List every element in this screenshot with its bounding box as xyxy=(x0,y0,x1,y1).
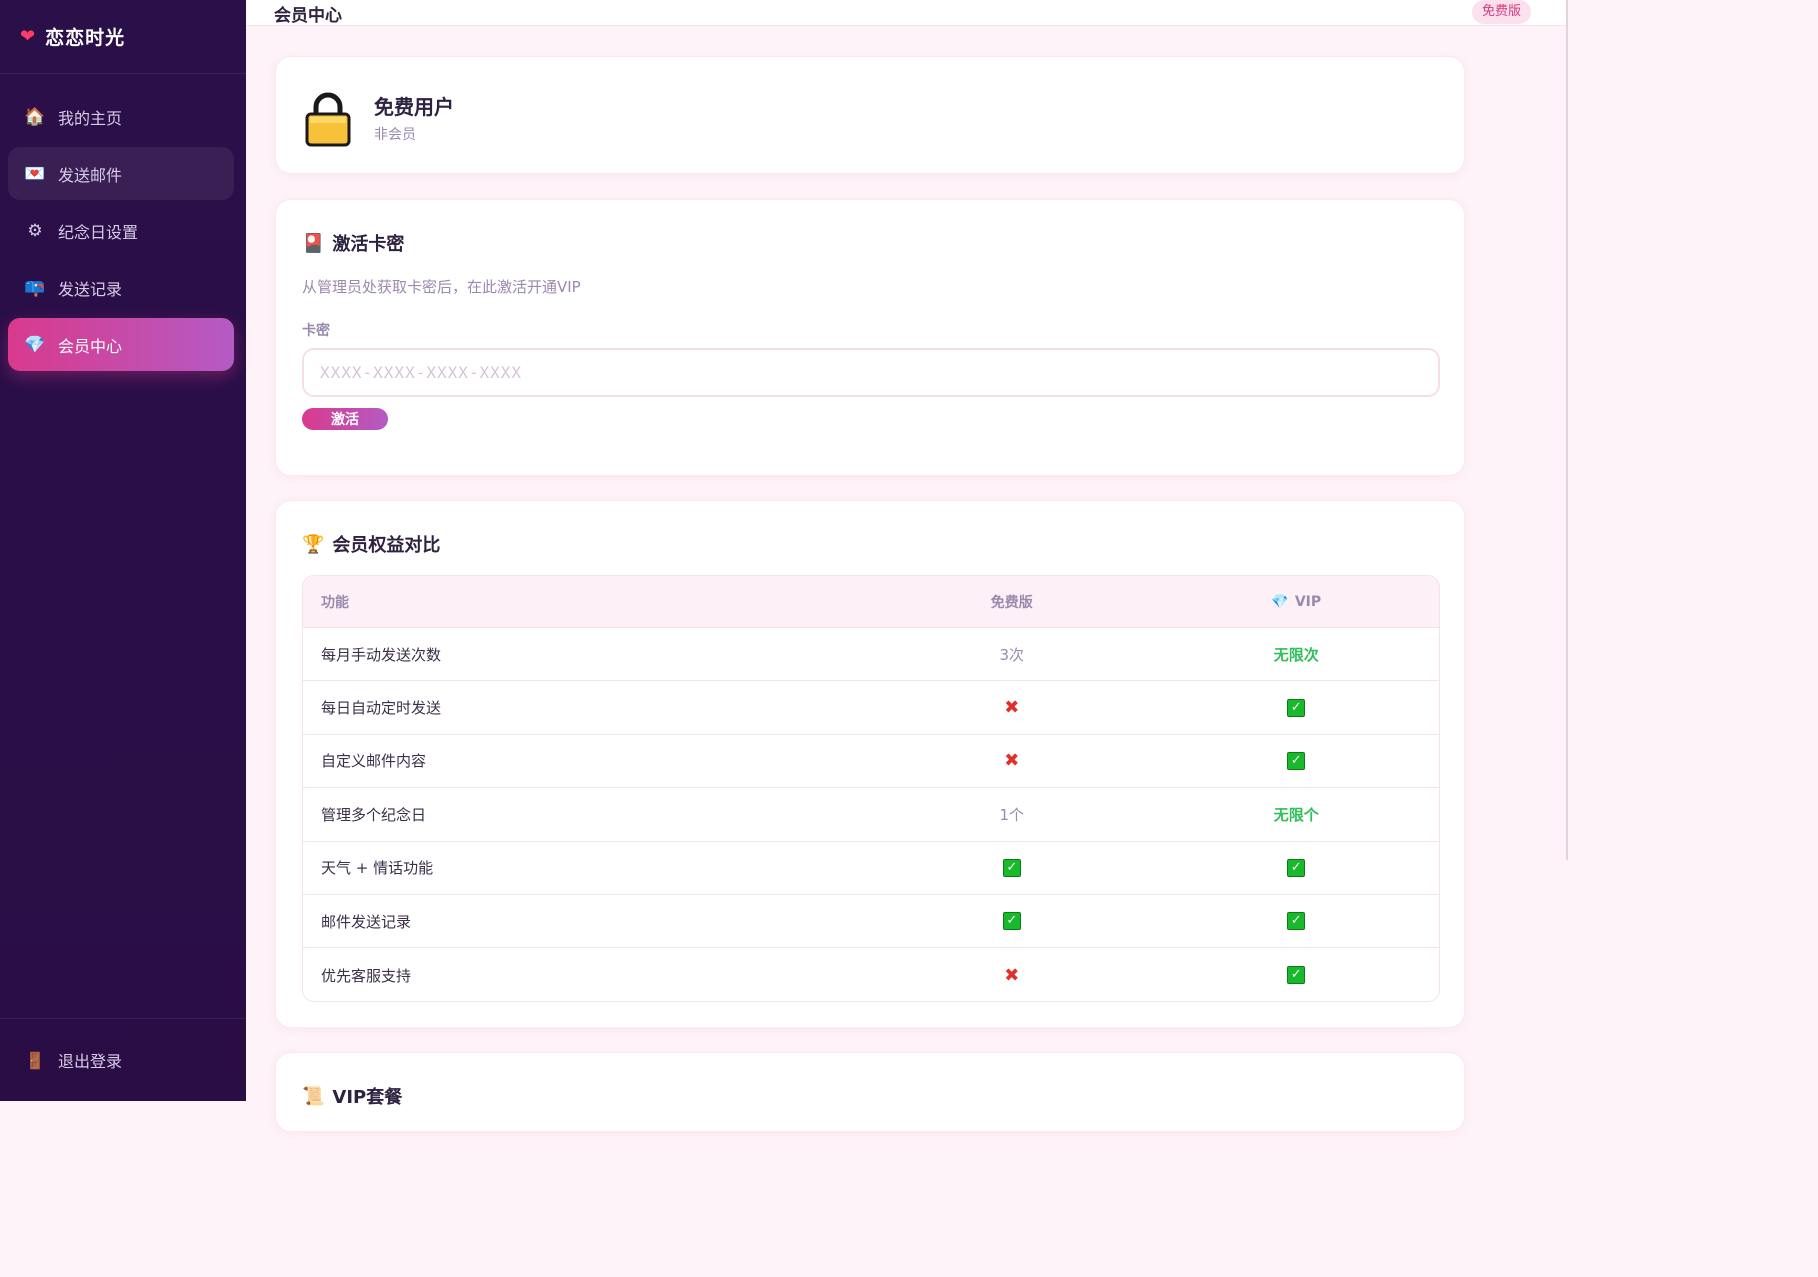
topbar: 会员中心 免费版 xyxy=(246,0,1568,26)
table-header: 功能 免费版 💎 VIP xyxy=(303,576,1439,628)
sidebar-item-membership[interactable]: 💎 会员中心 xyxy=(8,318,234,371)
vip-cell: 无限个 xyxy=(1154,804,1439,825)
lock-icon xyxy=(305,92,351,147)
activate-description: 从管理员处获取卡密后，在此激活开通VIP xyxy=(302,278,581,296)
table-row: 优先客服支持 ✖ ✓ xyxy=(303,948,1439,1001)
check-icon: ✓ xyxy=(1287,966,1306,985)
page-title: 会员中心 xyxy=(274,6,342,26)
heart-icon: ❤ xyxy=(20,26,36,47)
header-vip: 💎 VIP xyxy=(1154,594,1439,610)
vip-value: 无限次 xyxy=(1273,645,1319,664)
free-value: 3次 xyxy=(999,645,1025,664)
sidebar-item-home[interactable]: 🏠 我的主页 xyxy=(8,90,234,143)
sidebar-item-label: 会员中心 xyxy=(58,336,123,356)
free-cell: ✓ xyxy=(870,859,1154,877)
free-cell: ✖ xyxy=(870,750,1154,771)
membership-status-card: 免费用户 非会员 xyxy=(275,56,1465,174)
card-key-label: 卡密 xyxy=(302,323,330,339)
free-cell: ✓ xyxy=(870,912,1154,931)
activate-card: 🎴 激活卡密 从管理员处获取卡密后，在此激活开通VIP 卡密 激活 xyxy=(275,199,1465,476)
feature-cell: 管理多个纪念日 xyxy=(321,805,427,824)
vip-plans-card: 📜 VIP套餐 xyxy=(275,1052,1465,1132)
table-row: 每月手动发送次数 3次 无限次 xyxy=(303,628,1439,682)
vip-cell: ✓ xyxy=(1154,752,1439,771)
logout-button[interactable]: 🚪 退出登录 xyxy=(0,1018,246,1101)
card-icon: 🎴 xyxy=(302,232,325,254)
plans-heading: 📜 VIP套餐 xyxy=(302,1083,402,1109)
free-cell: 3次 xyxy=(870,644,1154,665)
header-feature: 功能 xyxy=(321,594,349,611)
check-icon: ✓ xyxy=(1287,752,1306,771)
envelope-icon: 💌 xyxy=(24,163,46,184)
vip-cell: ✓ xyxy=(1154,859,1439,877)
brand-name: 恋恋时光 xyxy=(45,27,126,49)
logout-label: 退出登录 xyxy=(58,1052,123,1071)
sidebar: ❤ 恋恋时光 🏠 我的主页 💌 发送邮件 ⚙ 纪念日设置 📪 发送记录 💎 会员… xyxy=(0,0,246,1101)
gem-icon: 💎 xyxy=(24,334,46,355)
feature-cell: 每日自动定时发送 xyxy=(321,699,442,718)
compare-title: 会员权益对比 xyxy=(332,535,441,556)
header-vip-label: VIP xyxy=(1294,593,1322,610)
house-icon: 🏠 xyxy=(24,106,46,127)
header-free: 免费版 xyxy=(990,594,1033,611)
feature-cell: 天气 + 情话功能 xyxy=(321,859,434,878)
sidebar-item-label: 发送记录 xyxy=(58,279,123,299)
plans-title: VIP套餐 xyxy=(332,1087,403,1108)
table-row: 每日自动定时发送 ✖ ✓ xyxy=(303,681,1439,735)
mailbox-icon: 📪 xyxy=(24,277,46,298)
sidebar-item-send-history[interactable]: 📪 发送记录 xyxy=(8,261,234,314)
feature-cell: 优先客服支持 xyxy=(321,966,412,985)
free-cell: ✖ xyxy=(870,697,1154,718)
cross-icon: ✖ xyxy=(1004,697,1020,719)
feature-cell: 自定义邮件内容 xyxy=(321,752,427,771)
table-row: 天气 + 情话功能 ✓ ✓ xyxy=(303,842,1439,895)
check-icon: ✓ xyxy=(1287,912,1306,931)
sidebar-item-anniversary-settings[interactable]: ⚙ 纪念日设置 xyxy=(8,204,234,257)
check-icon: ✓ xyxy=(1287,698,1306,717)
vip-cell: ✓ xyxy=(1154,698,1439,717)
check-icon: ✓ xyxy=(1002,912,1021,931)
vip-cell: ✓ xyxy=(1154,912,1439,931)
brand[interactable]: ❤ 恋恋时光 xyxy=(0,0,246,74)
benefits-compare-card: 🏆 会员权益对比 功能 免费版 💎 VIP 每月手动发送次数 3次 无限次每日自动定… xyxy=(275,500,1465,1028)
sidebar-item-send-mail[interactable]: 💌 发送邮件 xyxy=(8,147,234,200)
free-cell: 1个 xyxy=(870,804,1154,825)
check-icon: ✓ xyxy=(1002,859,1021,877)
scroll-icon: 📜 xyxy=(302,1085,325,1107)
feature-cell: 邮件发送记录 xyxy=(321,912,412,931)
plan-badge: 免费版 xyxy=(1472,0,1532,24)
vip-value: 无限个 xyxy=(1273,805,1319,824)
check-icon: ✓ xyxy=(1287,859,1306,877)
status-title: 免费用户 xyxy=(374,95,454,119)
scrollbar[interactable] xyxy=(1566,0,1568,860)
sidebar-item-label: 发送邮件 xyxy=(58,165,123,185)
activate-button[interactable]: 激活 xyxy=(302,408,388,430)
gear-icon: ⚙ xyxy=(27,220,43,241)
cross-icon: ✖ xyxy=(1004,964,1020,986)
table-row: 邮件发送记录 ✓ ✓ xyxy=(303,895,1439,949)
card-key-input[interactable] xyxy=(302,348,1440,397)
sidebar-nav: 🏠 我的主页 💌 发送邮件 ⚙ 纪念日设置 📪 发送记录 💎 会员中心 xyxy=(0,74,246,371)
feature-cell: 每月手动发送次数 xyxy=(321,645,442,664)
sidebar-item-label: 纪念日设置 xyxy=(58,222,139,242)
table-row: 管理多个纪念日 1个 无限个 xyxy=(303,788,1439,842)
table-row: 自定义邮件内容 ✖ ✓ xyxy=(303,735,1439,789)
free-cell: ✖ xyxy=(870,965,1154,986)
free-value: 1个 xyxy=(999,805,1025,824)
door-icon: 🚪 xyxy=(25,1050,45,1070)
trophy-icon: 🏆 xyxy=(302,533,325,555)
benefits-table: 功能 免费版 💎 VIP 每月手动发送次数 3次 无限次 每日自动定时发送 ✖ ✓ 自定义邮… xyxy=(302,575,1440,1002)
cross-icon: ✖ xyxy=(1004,750,1020,772)
compare-heading: 🏆 会员权益对比 xyxy=(302,531,440,557)
vip-cell: 无限次 xyxy=(1154,644,1439,665)
sidebar-item-label: 我的主页 xyxy=(58,108,123,128)
vip-cell: ✓ xyxy=(1154,966,1439,985)
status-subtitle: 非会员 xyxy=(374,127,416,143)
activate-heading: 🎴 激活卡密 xyxy=(302,230,404,256)
activate-title: 激活卡密 xyxy=(332,234,405,255)
gem-icon: 💎 xyxy=(1271,593,1289,610)
